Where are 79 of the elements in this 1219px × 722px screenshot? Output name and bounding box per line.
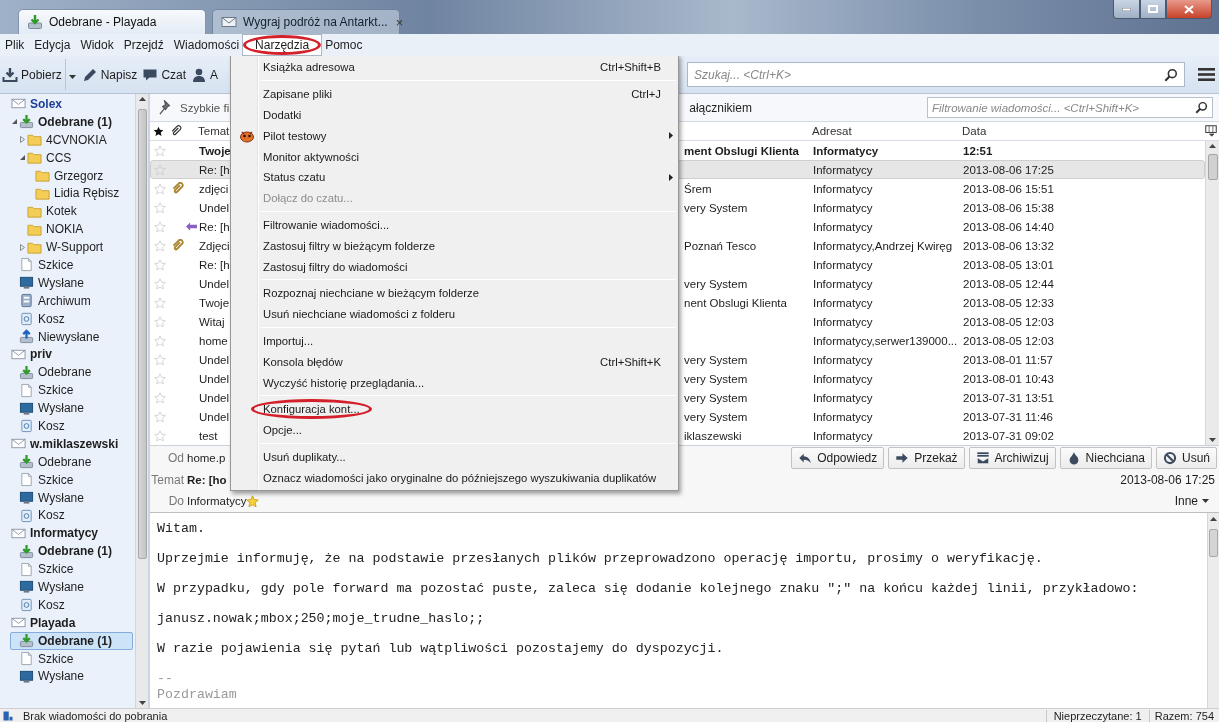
- table-cell-text: very System: [683, 372, 748, 385]
- date-text: 2013-08-06 17:25: [1120, 472, 1216, 487]
- table-cell-text: 2013-08-06 15:38: [962, 201, 1054, 214]
- total-count: Razem: 754: [1148, 709, 1219, 722]
- table-cell-text: test: [198, 429, 218, 442]
- table-cell-text: Undel: [198, 353, 230, 366]
- table-cell-text: 2013-07-31 11:46: [962, 410, 1053, 423]
- table-cell-text: Re: [h: [198, 220, 230, 233]
- table-cell-text: Undel: [198, 410, 230, 423]
- table-cell-text: very System: [683, 353, 748, 366]
- table-cell-text: 2013-08-05 12:03: [962, 334, 1054, 347]
- unread-count: Nieprzeczytane: 1: [1045, 709, 1149, 722]
- table-cell-text: Poznań Tesco: [683, 239, 757, 252]
- table-cell-text: very System: [683, 277, 748, 290]
- message-text: W przypadku, gdy pole forward ma pozostać puste, zaleca się dodanie kolejnego znaku ";" na końcu każdej linii, przykładowo:: [157, 581, 1140, 597]
- table-cell-text: Informatycy: [812, 277, 873, 290]
- table-cell-text: Informatycy,Andrzej Kwiręg: [812, 239, 953, 252]
- sender-text: home.p: [187, 452, 226, 464]
- table-cell-text: Re: [h: [198, 258, 230, 271]
- table-cell-text: Informatycy,serwer139000...: [812, 334, 958, 347]
- table-cell-text: Informatycy: [812, 410, 873, 423]
- table-cell-text: Informatycy: [812, 315, 873, 328]
- signature-line: Pozdrawiam: [157, 687, 238, 703]
- table-cell-text: Informatycy: [812, 296, 873, 309]
- message-text: janusz.nowak;mbox;250;moje_trudne_haslo;;: [157, 611, 486, 627]
- subject-text: Re: [ho: [187, 473, 227, 486]
- table-cell-text: Informatycy: [812, 144, 879, 157]
- table-cell-text: Informatycy: [812, 372, 873, 385]
- table-cell-text: Twoje: [198, 296, 230, 309]
- table-cell-text: Informatycy: [812, 353, 873, 366]
- table-cell-text: Informatycy: [812, 220, 873, 233]
- table-cell-text: very System: [683, 391, 748, 404]
- table-cell-text: Informatycy: [812, 429, 873, 442]
- table-cell-text: very System: [683, 410, 748, 423]
- table-cell-text: Informatycy: [812, 201, 873, 214]
- shortcut-text: Ctrl+Shift+B: [600, 61, 661, 74]
- table-cell-text: Twoje: [198, 144, 231, 157]
- table-cell-text: 2013-08-05 13:01: [962, 258, 1054, 271]
- table-cell-text: Undel: [198, 372, 230, 385]
- table-cell-text: Informatycy: [812, 391, 873, 404]
- table-cell-text: Witaj: [198, 315, 225, 328]
- table-cell-text: 2013-08-06 17:25: [962, 163, 1054, 176]
- table-cell-text: home: [198, 334, 228, 347]
- table-cell-text: 12:51: [962, 144, 993, 157]
- table-cell-text: 2013-07-31 13:51: [962, 391, 1054, 404]
- table-cell-text: iklaszewski: [683, 429, 742, 442]
- recipient-text: Informatycy: [187, 495, 247, 508]
- table-cell-text: Re: [h: [198, 163, 230, 176]
- table-cell-text: 2013-08-06 13:32: [962, 239, 1054, 252]
- message-text: Witam.: [157, 521, 206, 537]
- table-cell-text: very System: [683, 201, 748, 214]
- table-cell-text: 2013-08-05 12:33: [962, 296, 1054, 309]
- table-cell-text: zdjęci: [198, 182, 229, 195]
- table-cell-text: 2013-08-01 11:57: [962, 353, 1053, 366]
- field-label: Od: [167, 451, 184, 465]
- table-cell-text: Informatycy: [812, 182, 873, 195]
- shortcut-text: Ctrl+J: [631, 88, 661, 101]
- field-label: Do: [167, 494, 184, 509]
- table-cell-text: 2013-08-01 10:43: [962, 372, 1054, 385]
- table-cell-text: Zdjęci: [198, 239, 230, 252]
- table-cell-text: 2013-07-31 09:02: [962, 429, 1054, 442]
- table-cell-text: ment Obslugi Klienta: [683, 144, 799, 157]
- table-cell-text: 2013-08-06 14:40: [962, 220, 1054, 233]
- table-cell-text: Undel: [198, 277, 230, 290]
- table-cell-text: nent Obslugi Klienta: [683, 296, 787, 309]
- table-cell-text: Informatycy: [812, 163, 873, 176]
- shortcut-text: Ctrl+Shift+K: [600, 355, 661, 368]
- table-cell-text: Informatycy: [812, 258, 873, 271]
- field-label: Temat: [150, 472, 184, 487]
- table-cell-text: Undel: [198, 391, 230, 404]
- message-text: W razie pojawienia się pytań lub wątpliwości pozostajemy do dyspozycji.: [157, 641, 725, 657]
- table-cell-text: 2013-08-06 15:51: [962, 182, 1054, 195]
- table-cell-text: 2013-08-05 12:44: [962, 277, 1054, 290]
- signature-line: --: [157, 671, 174, 687]
- table-cell-text: Undel: [198, 201, 230, 214]
- status-text: Brak wiadomości do pobrania: [23, 709, 168, 722]
- message-text: Uprzejmie informuję, że na podstawie przesłanych plików przeprowadzono operację importu, prosimy o weryfikację.: [157, 551, 1044, 567]
- table-cell-text: 2013-08-05 12:03: [962, 315, 1054, 328]
- table-cell-text: Śrem: [683, 182, 712, 195]
